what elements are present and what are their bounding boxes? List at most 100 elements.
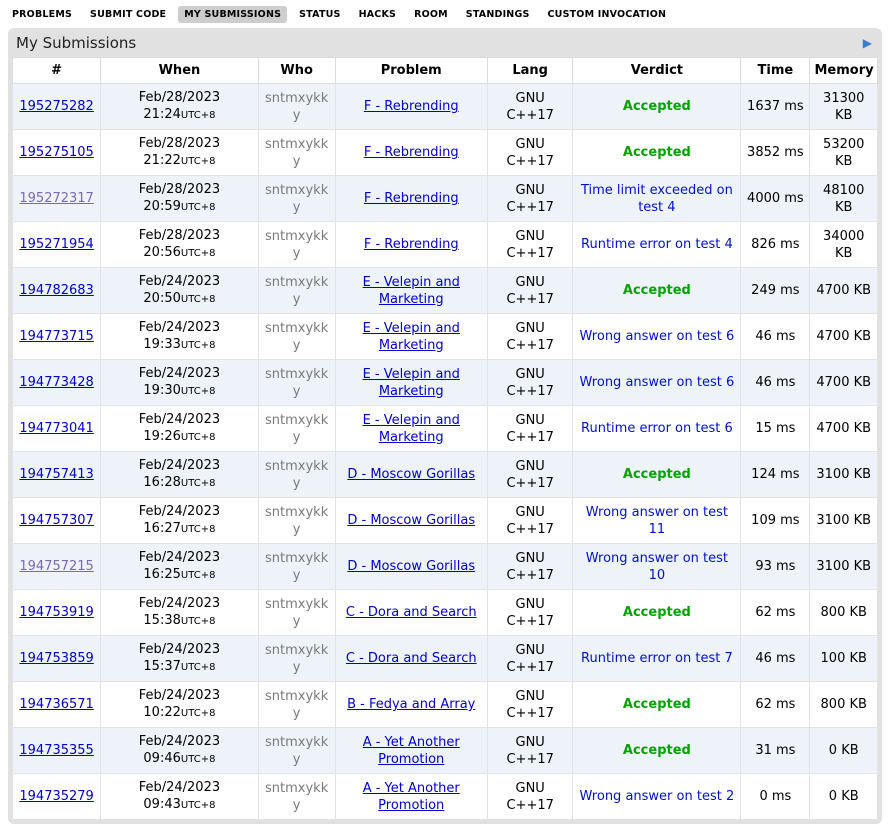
submission-id-link[interactable]: 195275105 [19,145,93,160]
time-value: 16:27 [143,521,180,536]
problem-link[interactable]: D - Moscow Gorillas [347,467,475,482]
panel-caption: My Submissions ▶ [12,32,878,57]
who-cell: sntmxykky [258,314,335,360]
expand-arrow-icon[interactable]: ▶ [861,37,874,49]
problem-link[interactable]: E - Velepin and Marketing [363,321,460,353]
user-link[interactable]: sntmxykky [265,781,328,813]
user-link[interactable]: sntmxykky [265,91,328,123]
time-value: 21:22 [143,153,180,168]
submission-id-link[interactable]: 194773041 [19,421,93,436]
submission-id-link[interactable]: 194782683 [19,283,93,298]
nav-item-my-submissions[interactable]: MY SUBMISSIONS [178,6,287,23]
problem-link[interactable]: D - Moscow Gorillas [347,559,475,574]
submission-date: Feb/24/2023 [105,457,253,474]
submission-time: 15:37UTC+8 [105,658,253,676]
verdict-cell: Runtime error on test 6 [573,406,741,452]
user-link[interactable]: sntmxykky [265,275,328,307]
user-link[interactable]: sntmxykky [265,321,328,353]
submission-id-link[interactable]: 194736571 [19,697,93,712]
user-link[interactable]: sntmxykky [265,183,328,215]
verdict-text: Wrong answer on test 6 [580,329,735,344]
nav-item-problems[interactable]: PROBLEMS [6,6,78,23]
submission-id-link[interactable]: 194773715 [19,329,93,344]
verdict-text: Accepted [623,743,691,758]
time-value: 09:43 [143,797,180,812]
submission-time: 20:56UTC+8 [105,244,253,262]
nav-item-status[interactable]: STATUS [293,6,346,23]
time-value: 20:59 [143,199,180,214]
lang-line: GNU [492,642,569,659]
user-link[interactable]: sntmxykky [265,229,328,261]
user-link[interactable]: sntmxykky [265,367,328,399]
user-link[interactable]: sntmxykky [265,689,328,721]
user-link[interactable]: sntmxykky [265,413,328,445]
memory-cell: 4700 KB [810,406,878,452]
problem-link[interactable]: C - Dora and Search [346,651,477,666]
lang-cell: GNUC++17 [487,498,573,544]
nav-item-custom-invocation[interactable]: CUSTOM INVOCATION [542,6,673,23]
user-link[interactable]: sntmxykky [265,597,328,629]
submission-id-link[interactable]: 195271954 [19,237,93,252]
problem-link[interactable]: F - Rebrending [364,99,459,114]
submission-id-link[interactable]: 195272317 [19,191,93,206]
lang-line: GNU [492,550,569,567]
when-cell: Feb/24/202315:37UTC+8 [101,636,258,682]
timezone-label: UTC+8 [181,708,216,719]
submission-id-link[interactable]: 194753919 [19,605,93,620]
submission-id-link[interactable]: 194773428 [19,375,93,390]
user-link[interactable]: sntmxykky [265,137,328,169]
problem-link[interactable]: C - Dora and Search [346,605,477,620]
submission-id-link[interactable]: 194753859 [19,651,93,666]
verdict-cell: Accepted [573,84,741,130]
submission-id-link[interactable]: 194757215 [19,559,93,574]
user-link[interactable]: sntmxykky [265,735,328,767]
verdict-text: Wrong answer on test 6 [580,375,735,390]
problem-link[interactable]: F - Rebrending [364,145,459,160]
verdict-text: Runtime error on test 4 [581,237,733,252]
user-link[interactable]: sntmxykky [265,551,328,583]
submission-id-link[interactable]: 194735355 [19,743,93,758]
nav-item-standings[interactable]: STANDINGS [460,6,536,23]
user-link[interactable]: sntmxykky [265,505,328,537]
submission-date: Feb/24/2023 [105,365,253,382]
table-row: 195271954Feb/28/202320:56UTC+8sntmxykkyF… [13,222,878,268]
column-header-verdict: Verdict [573,58,741,84]
lang-cell: GNUC++17 [487,176,573,222]
verdict-cell: Accepted [573,590,741,636]
user-link[interactable]: sntmxykky [265,459,328,491]
time-cell: 0 ms [741,774,810,820]
when-cell: Feb/28/202320:59UTC+8 [101,176,258,222]
problem-link[interactable]: A - Yet Another Promotion [363,781,460,813]
memory-cell: 0 KB [810,774,878,820]
problem-link[interactable]: D - Moscow Gorillas [347,513,475,528]
problem-link[interactable]: B - Fedya and Array [347,697,475,712]
time-cell: 46 ms [741,360,810,406]
user-link[interactable]: sntmxykky [265,643,328,675]
nav-item-hacks[interactable]: HACKS [353,6,402,23]
problem-link[interactable]: E - Velepin and Marketing [363,275,460,307]
problem-link[interactable]: A - Yet Another Promotion [363,735,460,767]
problem-link[interactable]: E - Velepin and Marketing [363,413,460,445]
problem-cell: F - Rebrending [335,222,487,268]
verdict-cell: Accepted [573,130,741,176]
who-cell: sntmxykky [258,84,335,130]
problem-link[interactable]: E - Velepin and Marketing [363,367,460,399]
submission-id-link[interactable]: 195275282 [19,99,93,114]
submission-id-link[interactable]: 194757413 [19,467,93,482]
problem-link[interactable]: F - Rebrending [364,191,459,206]
time-value: 10:22 [143,705,180,720]
id-cell: 194736571 [13,682,101,728]
submission-id-link[interactable]: 194735279 [19,789,93,804]
lang-line: C++17 [492,107,569,124]
problem-cell: B - Fedya and Array [335,682,487,728]
problem-cell: F - Rebrending [335,84,487,130]
nav-item-submit-code[interactable]: SUBMIT CODE [84,6,172,23]
lang-cell: GNUC++17 [487,728,573,774]
time-value: 20:56 [143,245,180,260]
problem-link[interactable]: F - Rebrending [364,237,459,252]
when-cell: Feb/24/202309:43UTC+8 [101,774,258,820]
timezone-label: UTC+8 [181,616,216,627]
table-row: 194735355Feb/24/202309:46UTC+8sntmxykkyA… [13,728,878,774]
nav-item-room[interactable]: ROOM [408,6,454,23]
submission-id-link[interactable]: 194757307 [19,513,93,528]
